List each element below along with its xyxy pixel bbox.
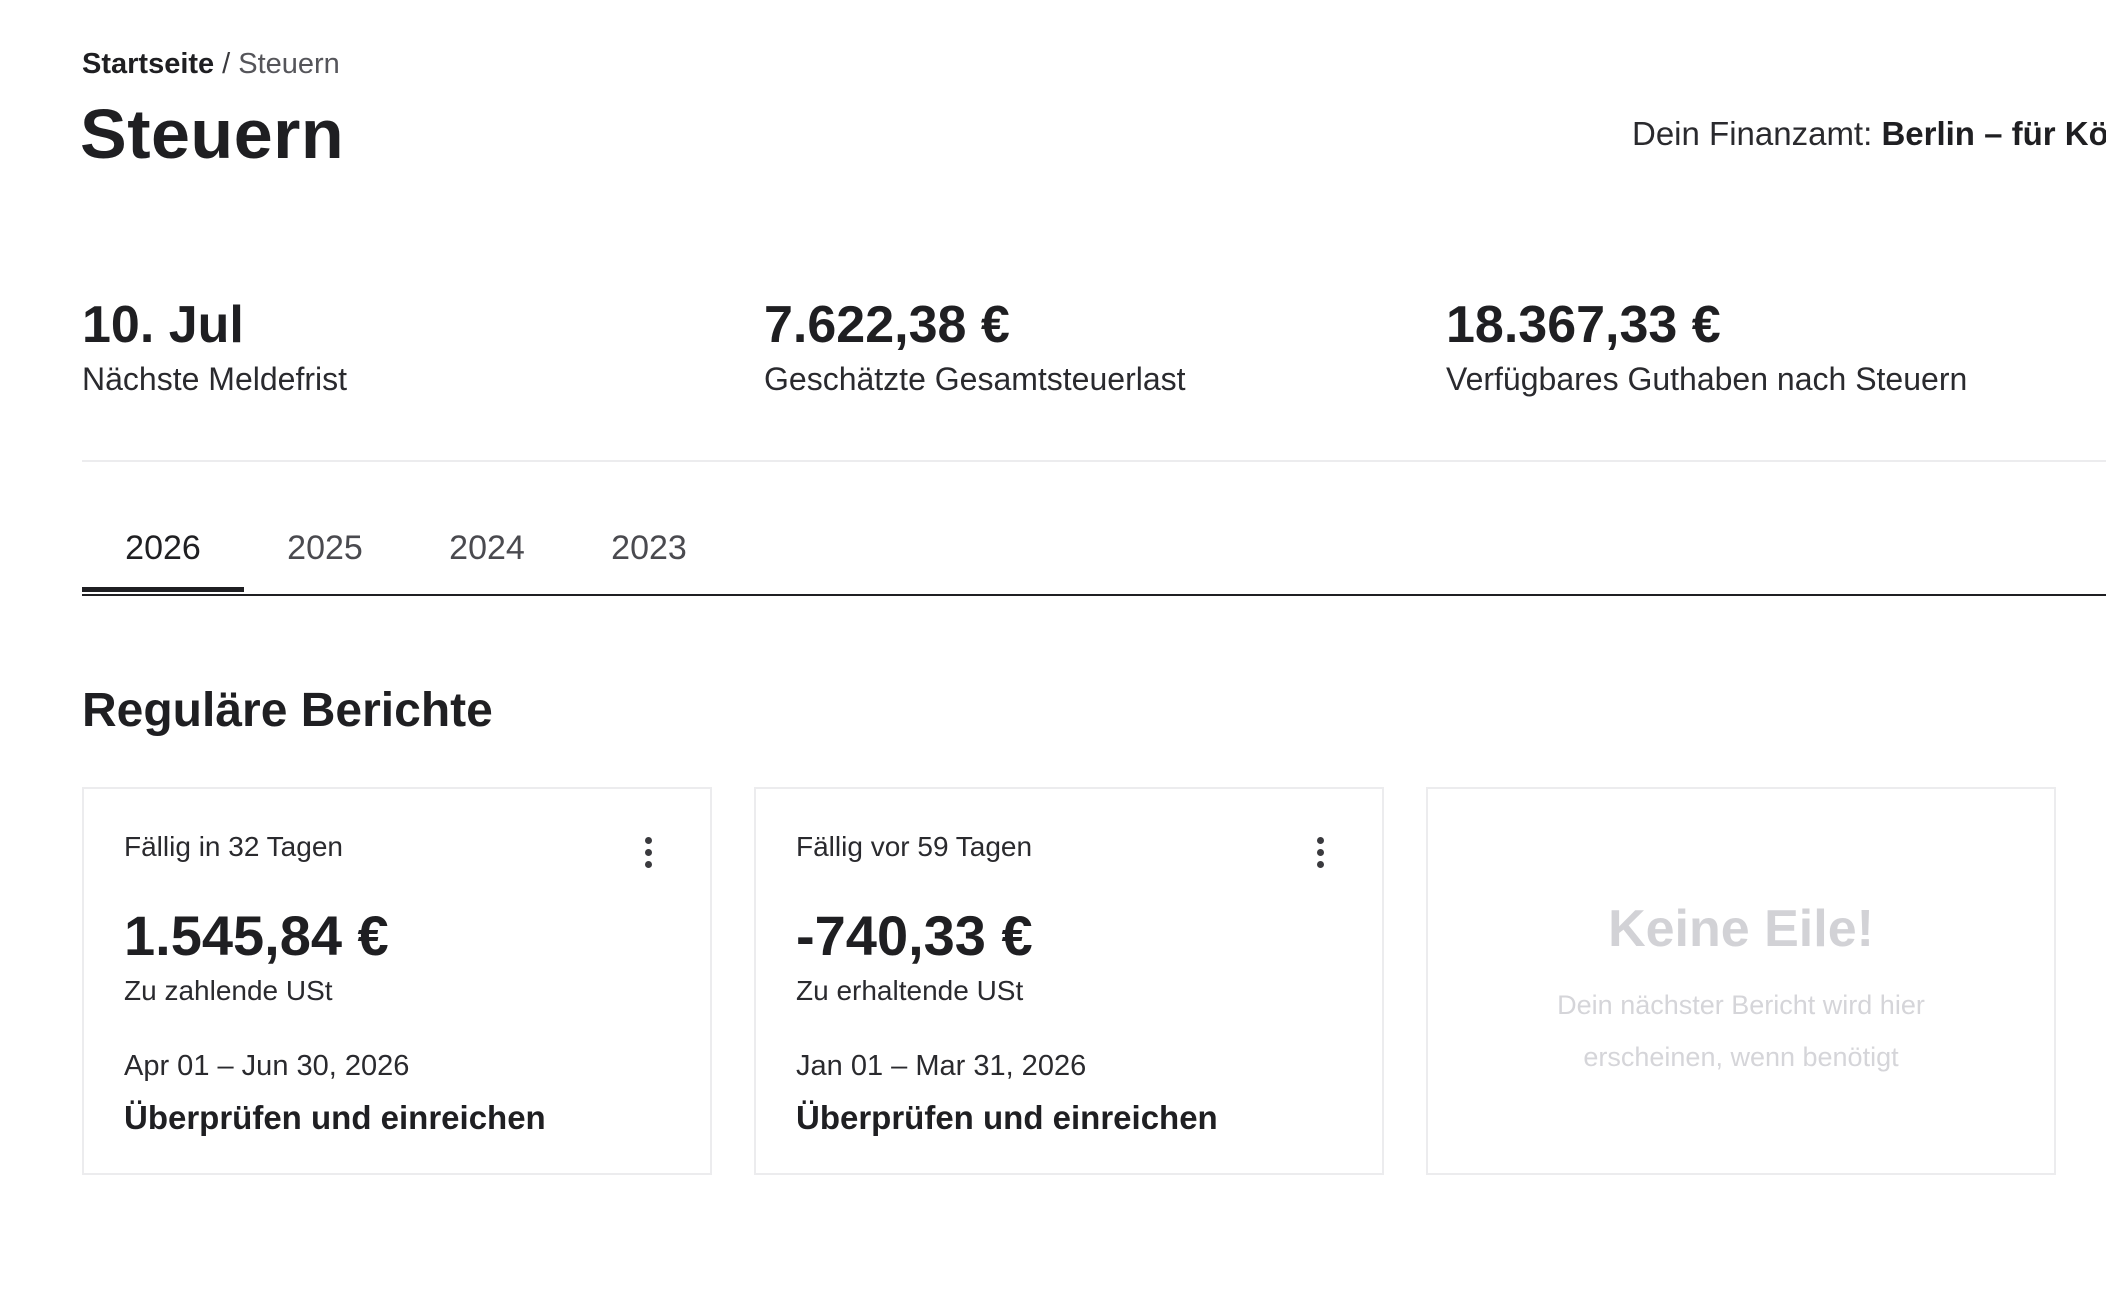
empty-card-title: Keine Eile! xyxy=(1608,900,1874,958)
tax-office-label: Dein Finanzamt: xyxy=(1632,115,1873,152)
more-vertical-icon[interactable] xyxy=(636,837,660,873)
page-title: Steuern xyxy=(80,95,345,173)
more-vertical-icon[interactable] xyxy=(1308,837,1332,873)
report-card[interactable]: Fällig vor 59 Tagen -740,33 € Zu erhalte… xyxy=(754,787,1384,1175)
report-amount: -740,33 € xyxy=(796,904,1033,967)
report-amount: 1.545,84 € xyxy=(124,904,389,967)
breadcrumb: Startseite / Steuern xyxy=(82,46,340,82)
stat-value: 18.367,33 € xyxy=(1446,296,1721,354)
stat-next-deadline: 10. Jul Nächste Meldefrist xyxy=(82,294,347,400)
breadcrumb-home-link[interactable]: Startseite xyxy=(82,48,214,80)
empty-report-card: Keine Eile! Dein nächster Bericht wird h… xyxy=(1426,787,2056,1175)
tab-2023[interactable]: 2023 xyxy=(568,514,730,592)
stat-value: 7.622,38 € xyxy=(764,296,1010,354)
report-type: Zu zahlende USt xyxy=(124,975,333,1006)
report-type: Zu erhaltende USt xyxy=(796,975,1024,1006)
tab-2025[interactable]: 2025 xyxy=(244,514,406,592)
section-title: Reguläre Berichte xyxy=(82,684,493,737)
report-period: Apr 01 – Jun 30, 2026 xyxy=(124,1050,410,1082)
stat-label: Nächste Meldefrist xyxy=(82,361,347,397)
stat-label: Geschätzte Gesamtsteuerlast xyxy=(764,361,1186,397)
year-tabs: 2026 2025 2024 2023 xyxy=(82,514,2106,596)
tab-2026[interactable]: 2026 xyxy=(82,514,244,592)
stat-label: Verfügbares Guthaben nach Steuern xyxy=(1446,361,1968,397)
stat-value: 10. Jul xyxy=(82,296,244,354)
breadcrumb-separator: / xyxy=(222,48,231,80)
tax-office-name: Berlin – für Körp xyxy=(1881,115,2106,152)
report-due: Fällig in 32 Tagen xyxy=(124,831,343,862)
stat-available-balance: 18.367,33 € Verfügbares Guthaben nach St… xyxy=(1446,294,1967,400)
stat-estimated-tax: 7.622,38 € Geschätzte Gesamtsteuerlast xyxy=(764,294,1186,400)
review-submit-link[interactable]: Überprüfen und einreichen xyxy=(796,1097,1218,1139)
report-due: Fällig vor 59 Tagen xyxy=(796,831,1033,862)
empty-card-text: Dein nächster Bericht wird hier erschein… xyxy=(1557,990,1925,1072)
tab-2024[interactable]: 2024 xyxy=(406,514,568,592)
review-submit-link[interactable]: Überprüfen und einreichen xyxy=(124,1097,546,1139)
report-period: Jan 01 – Mar 31, 2026 xyxy=(796,1050,1087,1082)
breadcrumb-current: Steuern xyxy=(238,48,340,80)
stats-divider xyxy=(82,460,2106,462)
report-card[interactable]: Fällig in 32 Tagen 1.545,84 € Zu zahlend… xyxy=(82,787,712,1175)
taxes-page: Startseite / Steuern Steuern Dein Finanzam… xyxy=(0,0,2106,1292)
tax-office-info: Dein Finanzamt: Berlin – für Körp xyxy=(1632,114,2106,154)
